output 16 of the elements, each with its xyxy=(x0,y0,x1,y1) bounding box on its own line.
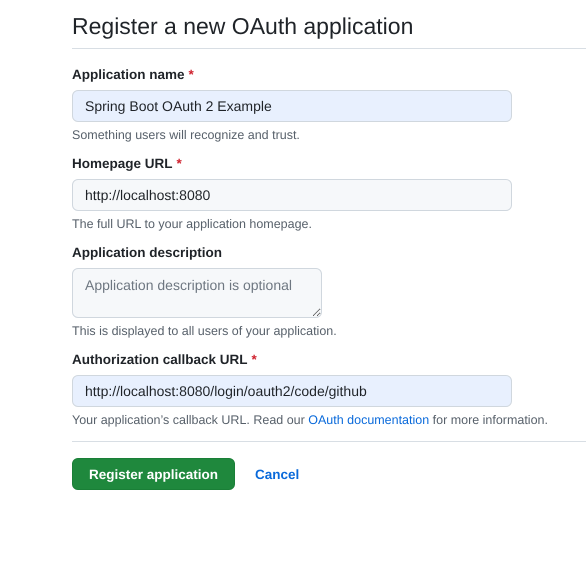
text-field[interactable]: Spring Boot OAuth 2 Example xyxy=(72,90,512,122)
register-button[interactable]: Register application xyxy=(72,458,236,490)
help-text: This is displayed to all users of your application. xyxy=(72,324,338,338)
description-field[interactable]: Application description is optional xyxy=(72,268,322,318)
text-field[interactable]: http://localhost:8080 xyxy=(72,179,512,211)
text-field[interactable]: http://localhost:8080/login/oauth2/code/github xyxy=(72,375,512,407)
help-text: The full URL to your application homepage. xyxy=(72,217,313,231)
field-label: Application name * xyxy=(72,67,195,82)
field-label: Application description xyxy=(72,245,224,260)
field-label: Homepage URL * xyxy=(72,156,183,171)
help-text: Your application’s callback URL. Read our OAuth documentation for more information. xyxy=(72,413,549,427)
help-text: Something users will recognize and trust. xyxy=(72,128,301,142)
cancel-link[interactable]: Cancel xyxy=(255,466,300,482)
page-title: Register a new OAuth application xyxy=(72,12,414,41)
field-label: Authorization callback URL * xyxy=(72,352,258,367)
documentation-link[interactable]: OAuth documentation xyxy=(308,413,430,427)
